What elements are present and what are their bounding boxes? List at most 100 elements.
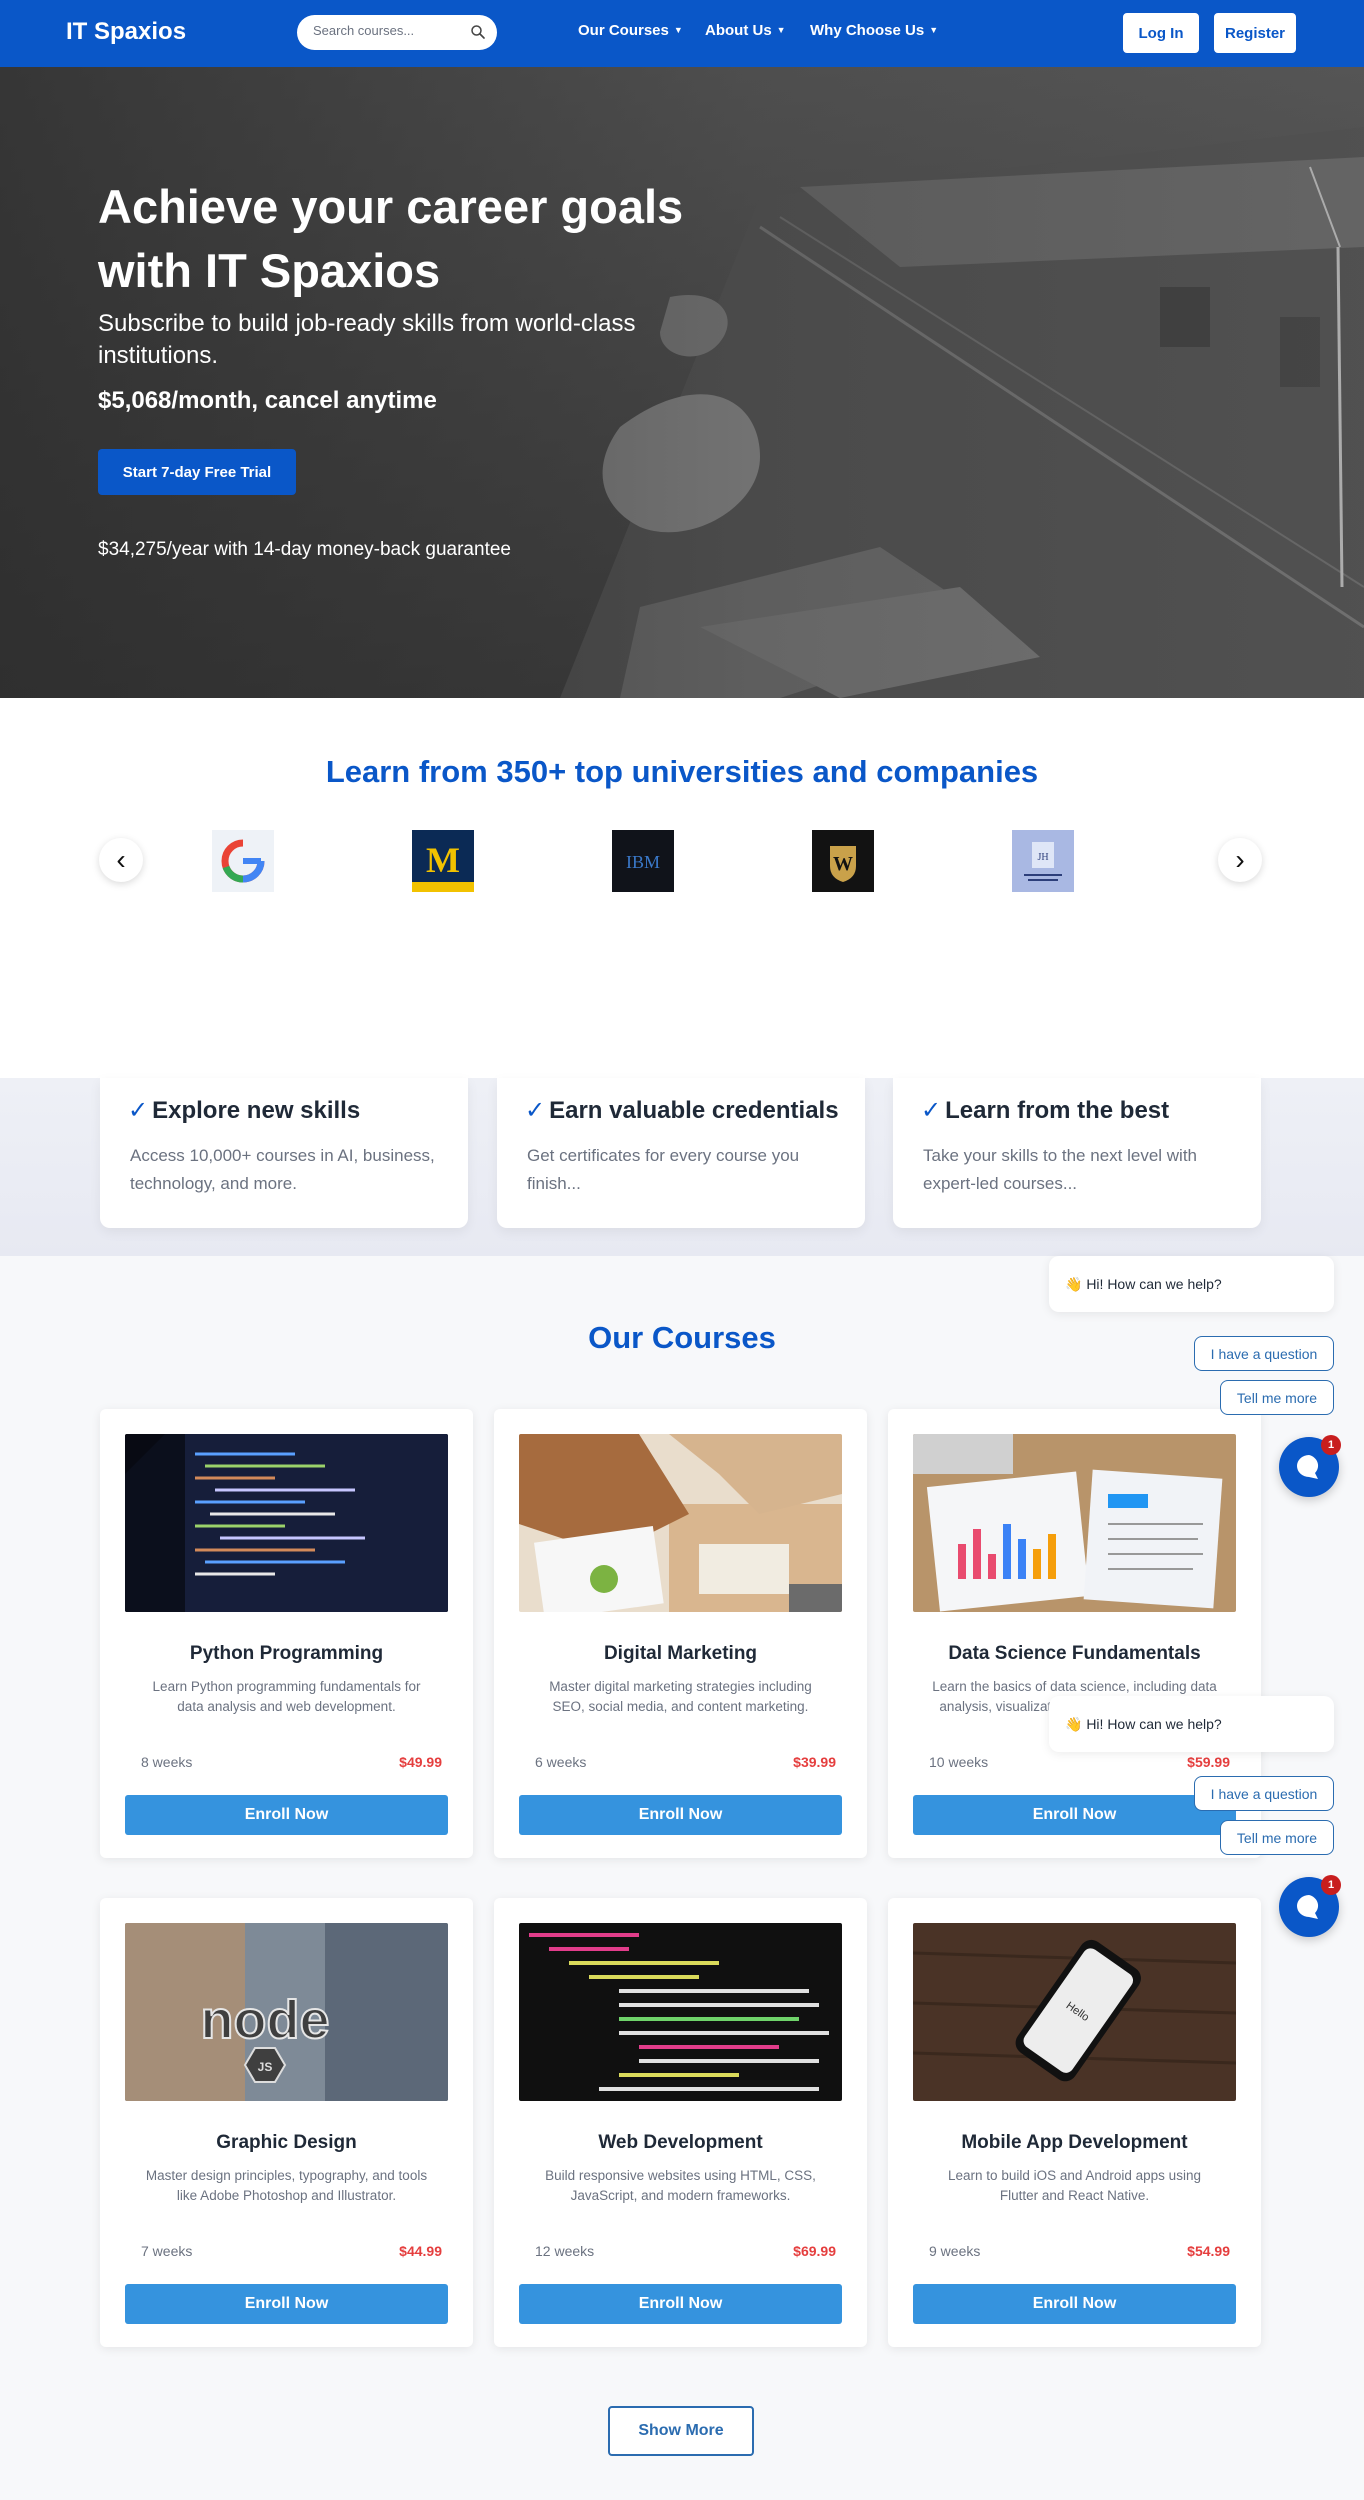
course-description: Master digital marketing strategies incl…	[549, 1679, 812, 1714]
course-card: Web Development Build responsive website…	[494, 1898, 867, 2347]
course-name: Digital Marketing	[603, 1643, 758, 1664]
enroll-button[interactable]: Enroll Now	[913, 2284, 1236, 2324]
search-icon[interactable]	[469, 23, 487, 41]
js-logo-text: JS	[258, 2060, 273, 2074]
course-image-web-dev	[519, 1923, 842, 2101]
feature-title-text: Learn from the best	[945, 1097, 1170, 1124]
enroll-button[interactable]: Enroll Now	[519, 1795, 842, 1835]
hero-section: Achieve your career goals with IT Spaxio…	[0, 67, 1364, 698]
course-duration: 10 weeks	[929, 1754, 989, 1770]
features-band: ✓ Explore new skills Access 10,000+ cours…	[0, 1078, 1364, 1256]
feature-title: ✓ Earn valuable credentials	[525, 1096, 839, 1125]
feature-card: ✓ Learn from the best Take your skills to…	[893, 1078, 1261, 1228]
caret-down-icon: ▼	[776, 25, 786, 35]
login-button[interactable]: Log In	[1123, 13, 1199, 53]
enroll-button[interactable]: Enroll Now	[913, 1795, 1236, 1835]
hero-title: Achieve your career goals with IT Spaxio…	[98, 180, 684, 297]
node-logo-text: node	[201, 1990, 330, 2050]
course-name: Web Development	[598, 2132, 763, 2153]
chat-option-tell-more[interactable]: Tell me more	[1220, 1380, 1334, 1415]
course-name: Data Science Fundamentals	[948, 1643, 1201, 1664]
partners-section: Learn from 350+ top universities and com…	[0, 698, 1364, 1078]
search-box[interactable]	[297, 15, 497, 50]
hero-subtitle: Subscribe to build job-ready skills from…	[98, 310, 636, 369]
chat-option-tell-more[interactable]: Tell me more	[1220, 1820, 1334, 1855]
free-trial-button[interactable]: Start 7-day Free Trial	[98, 449, 296, 495]
chat-icon	[1297, 1895, 1319, 1919]
course-duration: 9 weeks	[929, 2243, 981, 2259]
chat-icon	[1297, 1455, 1319, 1479]
feature-card: ✓ Earn valuable credentials Get certifica…	[497, 1078, 865, 1228]
course-card: Hello Mobile App Development Learn to bu…	[888, 1898, 1261, 2347]
nav-why-choose-us[interactable]: Why Choose Us ▼	[810, 22, 938, 39]
course-duration: 12 weeks	[535, 2243, 595, 2259]
chat-unread-badge: 1	[1321, 1875, 1341, 1895]
enroll-button[interactable]: Enroll Now	[125, 2284, 448, 2324]
course-image-mobile-app: Hello	[913, 1923, 1236, 2101]
search-input[interactable]	[313, 23, 463, 38]
feature-text: Access 10,000+ courses in AI, business, …	[130, 1146, 435, 1193]
navbar: IT Spaxios Our Courses ▼ About Us ▼ Why Ch…	[0, 0, 1364, 67]
course-price: $54.99	[1187, 2243, 1230, 2259]
course-card: Digital Marketing Master digital marketi…	[494, 1409, 867, 1858]
show-more-button[interactable]: Show More	[608, 2406, 754, 2456]
feature-card: ✓ Explore new skills Access 10,000+ cours…	[100, 1078, 468, 1228]
course-name: Graphic Design	[216, 2132, 357, 2153]
course-image-marketing	[519, 1434, 842, 1612]
feature-title: ✓ Learn from the best	[921, 1096, 1169, 1125]
chat-option-question[interactable]: I have a question	[1194, 1776, 1334, 1811]
ibm-logo-text: IBM	[626, 852, 660, 872]
course-name: Python Programming	[189, 1643, 384, 1664]
feature-text: Get certificates for every course you fi…	[527, 1146, 800, 1193]
chat-greeting: 👋 Hi! How can we help?	[1049, 1256, 1334, 1312]
check-icon: ✓	[128, 1097, 149, 1124]
course-price: $59.99	[1187, 1754, 1230, 1770]
chat-unread-badge: 1	[1321, 1435, 1341, 1455]
course-price: $49.99	[399, 1754, 442, 1770]
hero-guarantee: $34,275/year with 14-day money-back guar…	[98, 539, 511, 560]
jh-logo-text: JH	[1037, 852, 1048, 863]
vanderbilt-logo-text: W	[833, 853, 853, 875]
course-image-python	[125, 1434, 448, 1612]
check-icon: ✓	[525, 1097, 546, 1124]
enroll-button[interactable]: Enroll Now	[519, 2284, 842, 2324]
brand-logo[interactable]: IT Spaxios	[66, 18, 186, 46]
nav-our-courses-label: Our Courses	[578, 22, 669, 39]
feature-title-text: Explore new skills	[152, 1097, 361, 1124]
nav-why-choose-us-label: Why Choose Us	[810, 22, 925, 39]
nav-about-us-label: About Us	[705, 22, 772, 39]
check-icon: ✓	[921, 1097, 942, 1124]
nav-our-courses[interactable]: Our Courses ▼	[578, 22, 683, 39]
ibm-logo: IBM	[612, 830, 674, 892]
course-duration: 8 weeks	[141, 1754, 193, 1770]
nav-about-us[interactable]: About Us ▼	[705, 22, 786, 39]
course-description: Learn to build iOS and Android apps usin…	[948, 2168, 1201, 2203]
courses-title: Our Courses	[588, 1320, 776, 1355]
chat-launcher-button[interactable]: 1	[1279, 1875, 1341, 1937]
vanderbilt-logo: W	[812, 830, 874, 892]
course-duration: 7 weeks	[141, 2243, 193, 2259]
caret-down-icon: ▼	[929, 25, 939, 35]
hero-background-image	[0, 67, 1364, 698]
hero-price: $5,068/month, cancel anytime	[98, 387, 437, 414]
chat-option-question[interactable]: I have a question	[1194, 1336, 1334, 1371]
course-image-data-science	[913, 1434, 1236, 1612]
chat-greeting: 👋 Hi! How can we help?	[1049, 1696, 1334, 1752]
carousel-next-button[interactable]: ›	[1218, 838, 1262, 882]
google-logo	[212, 830, 274, 892]
course-description: Learn Python programming fundamentals fo…	[152, 1679, 421, 1714]
course-description: Build responsive websites using HTML, CS…	[545, 2168, 816, 2203]
partners-title: Learn from 350+ top universities and com…	[325, 754, 1039, 789]
enroll-button[interactable]: Enroll Now	[125, 1795, 448, 1835]
feature-title-text: Earn valuable credentials	[549, 1097, 839, 1124]
course-description: Master design principles, typography, an…	[145, 2168, 428, 2203]
caret-down-icon: ▼	[673, 25, 683, 35]
chat-launcher-button[interactable]: 1	[1279, 1435, 1341, 1497]
course-price: $44.99	[399, 2243, 442, 2259]
course-price: $39.99	[793, 1754, 836, 1770]
carousel-prev-button[interactable]: ‹	[99, 838, 143, 882]
michigan-logo-text: M	[426, 840, 460, 880]
course-card: Python Programming Learn Python programm…	[100, 1409, 473, 1858]
register-button[interactable]: Register	[1214, 13, 1296, 53]
course-name: Mobile App Development	[961, 2132, 1188, 2153]
